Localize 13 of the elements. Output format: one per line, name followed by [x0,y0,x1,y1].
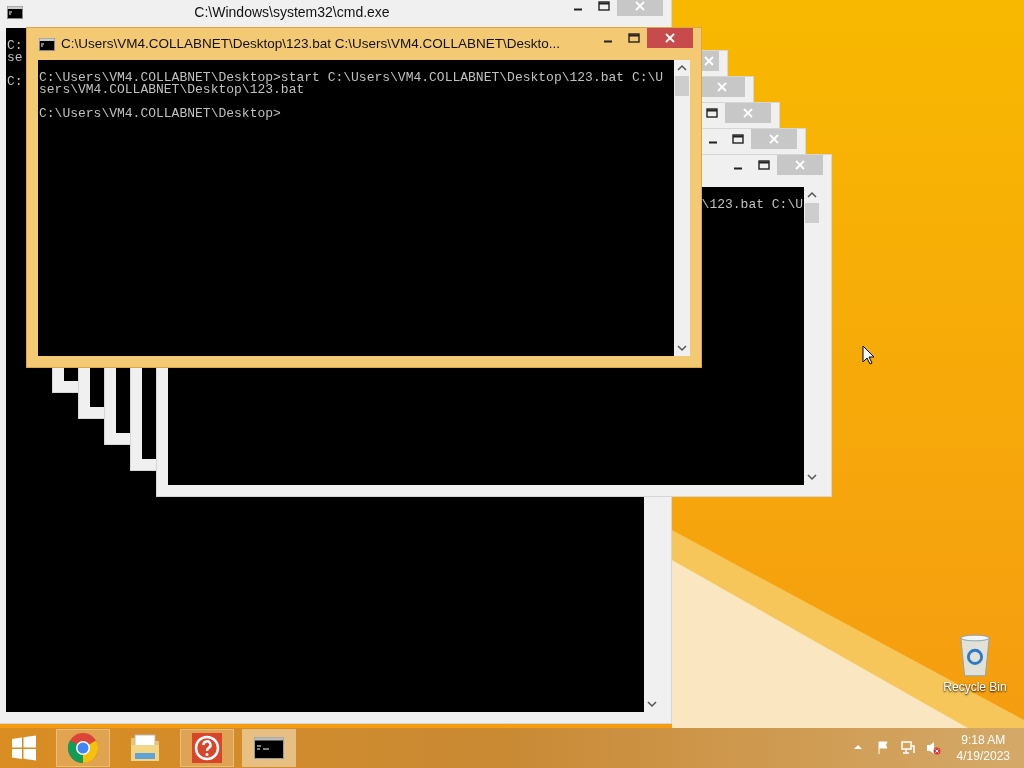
console-line: C: [7,40,23,52]
icon-label[interactable]: Recycle Bin [943,678,1007,696]
console-line: C:\Users\VM4.COLLABNET\Desktop>start C:\Users\VM4.COLLABNET\Desktop\123.bat C:\U [39,72,664,84]
console-line: C: [7,76,23,88]
window-title: C:\Windows\system32\cmd.exe [193,2,391,22]
clock-time: 9:18 AM [961,732,1006,748]
console-line: C:\Users\VM4.COLLABNET\Desktop> [39,108,281,120]
window-title: C:\Users\VM4.COLLABNET\Desktop\123.bat C:\Users\VM4.COLLABNET\Deskto... [61,34,560,53]
clock-date: 4/19/2023 [956,748,1010,764]
console-line: \123.bat C:\U [701,199,803,211]
clock[interactable]: 9:18 AM 4/19/2023 [956,732,1010,764]
console-line: se [7,52,23,64]
console-line: sers\VM4.COLLABNET\Desktop\123.bat [39,84,305,96]
